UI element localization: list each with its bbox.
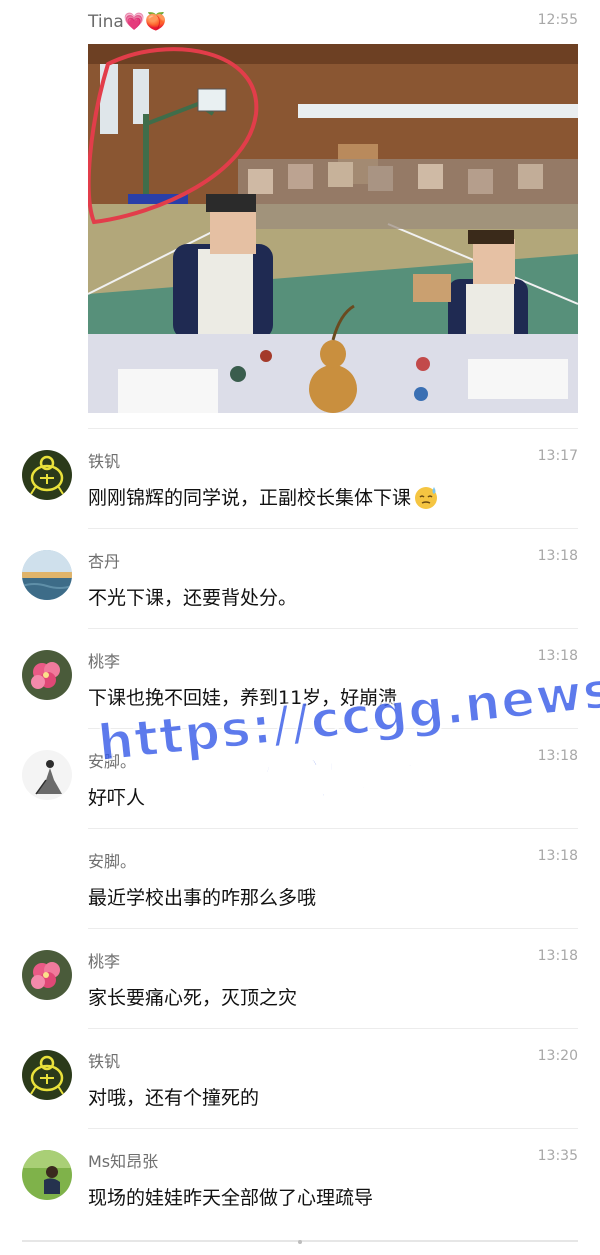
message-text: 最近学校出事的咋那么多哦: [88, 887, 317, 909]
turtle-avatar-icon: [22, 450, 72, 500]
message-item[interactable]: 桃李 13:18 下课也挽不回娃，养到11岁，好崩溃: [0, 628, 600, 728]
photo-attachment[interactable]: [88, 44, 578, 413]
message-author[interactable]: 安脚。: [88, 848, 136, 872]
turtle-avatar-icon: [22, 1050, 72, 1100]
message-with-photo: Tina💗🍑 12:55: [0, 0, 600, 428]
message-item[interactable]: 杏丹 13:18 不光下课，还要背处分。: [0, 528, 600, 628]
sea-horizon-avatar-icon: [22, 550, 72, 600]
message-text: 下课也挽不回娃，养到11岁，好崩溃: [88, 687, 398, 709]
message-text: 现场的娃娃昨天全部做了心理疏导: [88, 1187, 374, 1209]
message-item[interactable]: 桃李 13:18 家长要痛心死，灭顶之灾: [0, 928, 600, 1028]
scroll-indicator-dot: [298, 1240, 302, 1244]
message-time: 13:17: [537, 448, 578, 464]
message-item[interactable]: 安脚。 13:18 好吓人: [0, 728, 600, 828]
message-item[interactable]: 铁钒 13:20 对哦，还有个撞死的: [0, 1028, 600, 1128]
message-time: 13:18: [537, 948, 578, 964]
avatar[interactable]: [22, 450, 72, 500]
avatar[interactable]: [22, 650, 72, 700]
message-text: 家长要痛心死，灭顶之灾: [88, 987, 298, 1009]
avatar[interactable]: [22, 950, 72, 1000]
message-text: 刚刚锦辉的同学说，正副校长集体下课: [88, 483, 439, 510]
message-time: 13:18: [537, 648, 578, 664]
message-text-content: 刚刚锦辉的同学说，正副校长集体下课: [88, 487, 412, 509]
message-author[interactable]: 杏丹: [88, 548, 120, 572]
message-author[interactable]: 铁钒: [88, 1048, 120, 1072]
avatar[interactable]: [22, 750, 72, 800]
message-time: 12:55: [537, 12, 578, 28]
message-author[interactable]: Ms知昂张: [88, 1148, 158, 1172]
message-item[interactable]: Ms知昂张 13:35 现场的娃娃昨天全部做了心理疏导: [0, 1128, 600, 1228]
message-time: 13:20: [537, 1048, 578, 1064]
message-author[interactable]: 铁钒: [88, 448, 120, 472]
avatar[interactable]: [22, 1150, 72, 1200]
message-time: 13:18: [537, 548, 578, 564]
avatar[interactable]: [22, 1050, 72, 1100]
message-text: 不光下课，还要背处分。: [88, 587, 298, 609]
message-author[interactable]: Tina💗🍑: [88, 12, 166, 32]
message-text: 好吓人: [88, 787, 146, 809]
gym-photo-image: [88, 44, 578, 413]
message-item[interactable]: 安脚。 13:18 最近学校出事的咋那么多哦: [0, 828, 600, 928]
pink-flower-avatar-icon: [22, 650, 72, 700]
avatar[interactable]: [22, 550, 72, 600]
message-author[interactable]: 桃李: [88, 948, 120, 972]
sweat-smile-emoji-icon: [415, 487, 438, 509]
message-text: 对哦，还有个撞死的: [88, 1087, 260, 1109]
message-author[interactable]: 桃李: [88, 648, 120, 672]
message-author[interactable]: 安脚。: [88, 748, 136, 772]
pink-flower-avatar-icon: [22, 950, 72, 1000]
message-item[interactable]: 铁钒 13:17 刚刚锦辉的同学说，正副校长集体下课: [0, 428, 600, 528]
woman-silhouette-avatar-icon: [22, 750, 72, 800]
child-in-field-avatar-icon: [22, 1150, 72, 1200]
message-time: 13:18: [537, 748, 578, 764]
message-time: 13:18: [537, 848, 578, 864]
message-time: 13:35: [537, 1148, 578, 1164]
